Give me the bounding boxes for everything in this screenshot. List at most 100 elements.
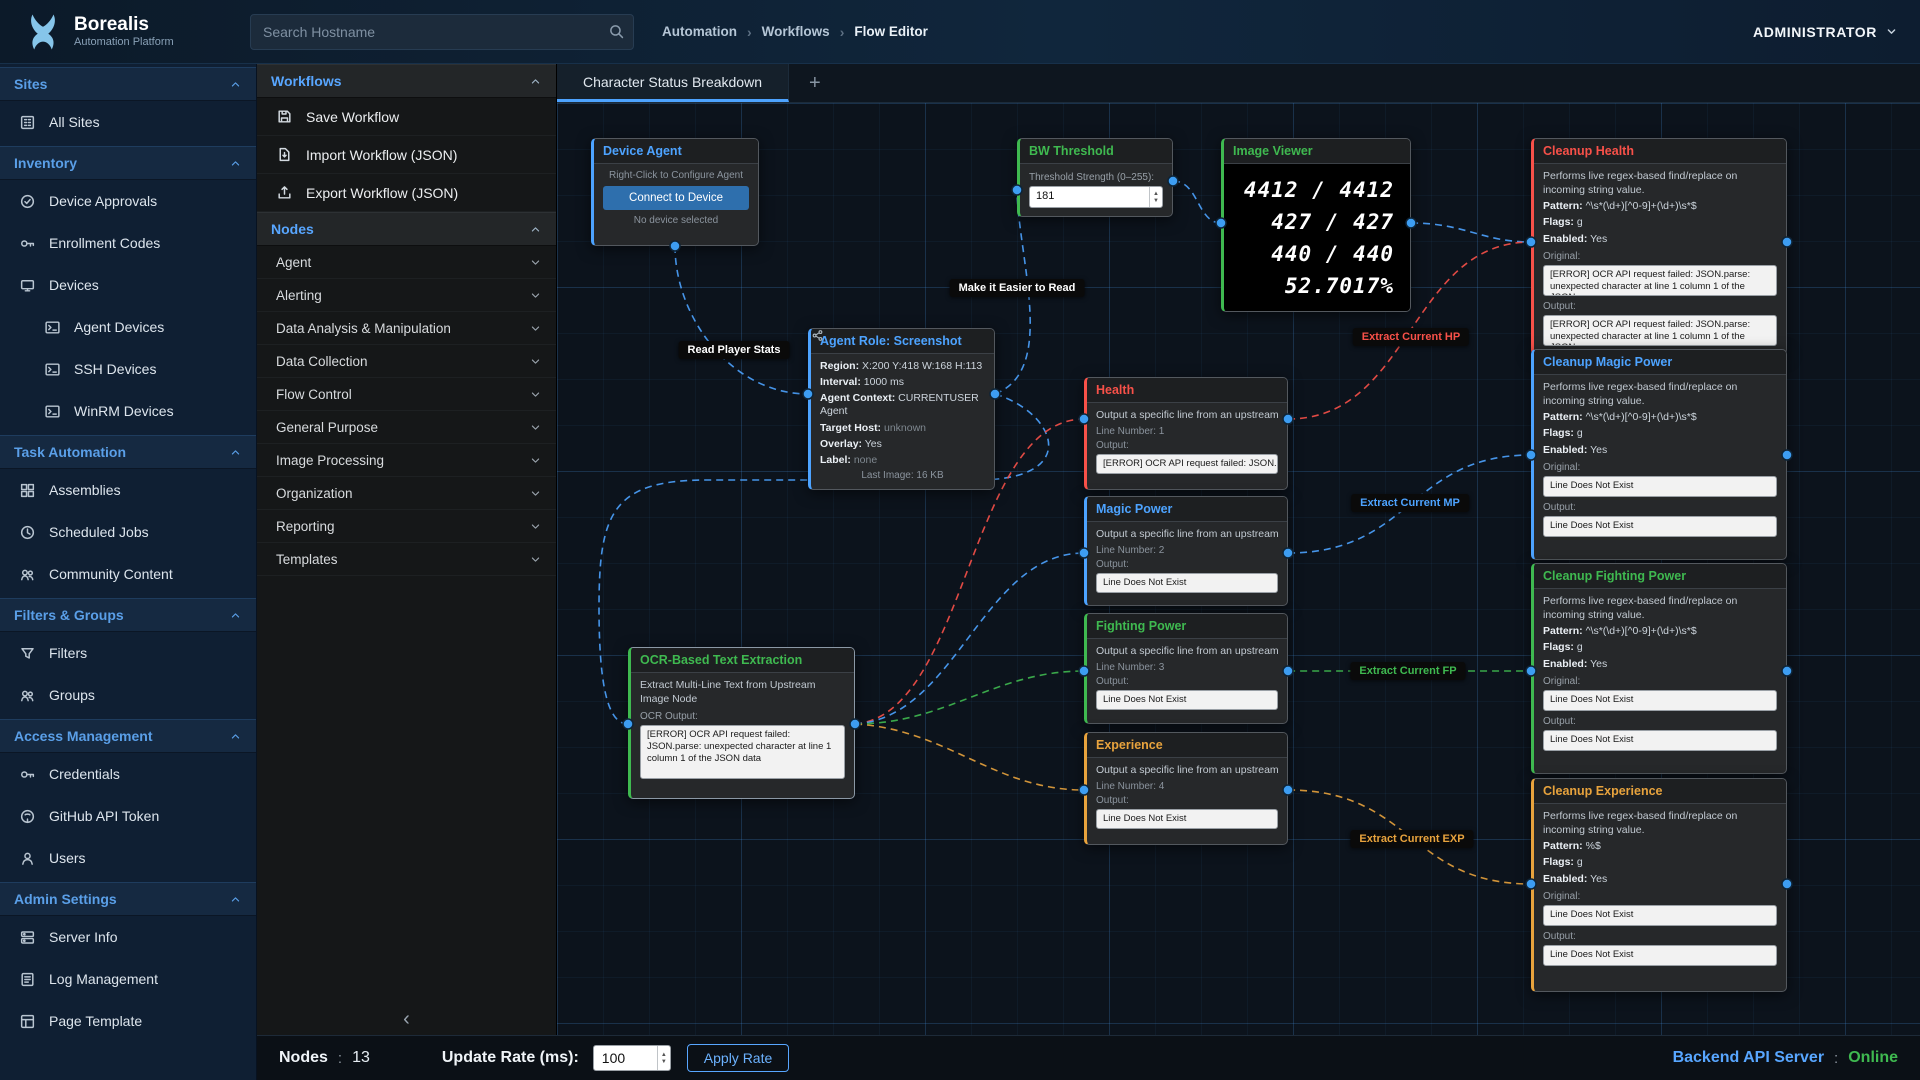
user-menu[interactable]: ADMINISTRATOR: [1753, 24, 1898, 40]
panel-section-workflows[interactable]: Workflows: [257, 64, 556, 98]
node-port[interactable]: [1079, 548, 1089, 558]
node-text-box[interactable]: Line Does Not Exist: [1543, 476, 1777, 497]
flow-node-image-viewer[interactable]: Image Viewer4412 / 4412427 / 427440 / 44…: [1221, 138, 1411, 312]
flow-node-agent-role-screenshot[interactable]: Agent Role: ScreenshotRegion: X:200 Y:41…: [808, 328, 995, 490]
node-port[interactable]: [670, 241, 680, 251]
new-tab-button[interactable]: +: [789, 64, 841, 102]
flow-node-device-agent[interactable]: Device AgentRight-Click to Configure Age…: [591, 138, 759, 246]
number-spinner[interactable]: ▲▼: [657, 1046, 670, 1070]
node-port[interactable]: [1079, 414, 1089, 424]
sidebar-item-filters[interactable]: Filters: [0, 632, 256, 674]
node-number-input[interactable]: 181▲▼: [1029, 186, 1163, 208]
breadcrumb-item-workflows[interactable]: Workflows: [762, 24, 830, 39]
node-port[interactable]: [1079, 666, 1089, 676]
sidebar-item-groups[interactable]: Groups: [0, 674, 256, 716]
node-text-box[interactable]: Line Does Not Exist: [1543, 516, 1777, 537]
panel-action-save-workflow[interactable]: Save Workflow: [257, 98, 556, 136]
sidebar-item-all-sites[interactable]: All Sites: [0, 101, 256, 143]
node-category-agent[interactable]: Agent: [257, 246, 556, 279]
node-text-box[interactable]: Line Does Not Exist: [1096, 573, 1278, 593]
node-category-general-purpose[interactable]: General Purpose: [257, 411, 556, 444]
sidebar-item-page-template[interactable]: Page Template: [0, 1000, 256, 1042]
node-port[interactable]: [1526, 666, 1536, 676]
node-port[interactable]: [1283, 414, 1293, 424]
sidebar-item-device-approvals[interactable]: Device Approvals: [0, 180, 256, 222]
panel-collapse-button[interactable]: ‹: [257, 1003, 556, 1035]
flow-node-cleanup-health[interactable]: Cleanup HealthPerforms live regex-based …: [1531, 138, 1787, 355]
flow-node-magic-power[interactable]: Magic PowerOutput a specific line from a…: [1084, 496, 1288, 606]
number-spinner[interactable]: ▲▼: [1149, 187, 1162, 207]
sidebar-item-agent-devices[interactable]: Agent Devices: [0, 306, 256, 348]
node-text-box[interactable]: [ERROR] OCR API request failed: JSON.par…: [1543, 265, 1777, 296]
node-category-image-processing[interactable]: Image Processing: [257, 444, 556, 477]
update-rate-input[interactable]: 100 ▲▼: [593, 1045, 671, 1071]
flow-node-bw-threshold[interactable]: BW ThresholdThreshold Strength (0–255):1…: [1017, 138, 1173, 217]
node-port[interactable]: [1782, 450, 1792, 460]
flow-node-fighting-power[interactable]: Fighting PowerOutput a specific line fro…: [1084, 613, 1288, 724]
node-port[interactable]: [623, 719, 633, 729]
sidebar-item-assemblies[interactable]: Assemblies: [0, 469, 256, 511]
node-port[interactable]: [1406, 218, 1416, 228]
sidebar-item-enrollment-codes[interactable]: Enrollment Codes: [0, 222, 256, 264]
node-port[interactable]: [850, 719, 860, 729]
node-port[interactable]: [1283, 785, 1293, 795]
node-port[interactable]: [1526, 879, 1536, 889]
sidebar-item-community-content[interactable]: Community Content: [0, 553, 256, 595]
node-port[interactable]: [1526, 237, 1536, 247]
sidebar-item-users[interactable]: Users: [0, 837, 256, 879]
panel-action-import-workflow-json[interactable]: Import Workflow (JSON): [257, 136, 556, 174]
node-port[interactable]: [1283, 666, 1293, 676]
node-text-box[interactable]: Line Does Not Exist: [1543, 690, 1777, 711]
node-category-templates[interactable]: Templates: [257, 543, 556, 576]
node-port[interactable]: [803, 389, 813, 399]
node-port[interactable]: [990, 389, 1000, 399]
flow-node-experience[interactable]: ExperienceOutput a specific line from an…: [1084, 732, 1288, 845]
node-category-reporting[interactable]: Reporting: [257, 510, 556, 543]
node-port[interactable]: [1216, 218, 1226, 228]
node-port[interactable]: [1283, 548, 1293, 558]
panel-section-nodes[interactable]: Nodes: [257, 212, 556, 246]
tab-character-status-breakdown[interactable]: Character Status Breakdown: [557, 64, 789, 102]
node-port[interactable]: [1782, 666, 1792, 676]
flow-node-cleanup-fighting-power[interactable]: Cleanup Fighting PowerPerforms live rege…: [1531, 563, 1787, 774]
flow-node-cleanup-experience[interactable]: Cleanup ExperiencePerforms live regex-ba…: [1531, 778, 1787, 992]
sidebar-item-log-management[interactable]: Log Management: [0, 958, 256, 1000]
panel-action-export-workflow-json[interactable]: Export Workflow (JSON): [257, 174, 556, 212]
flow-node-cleanup-magic-power[interactable]: Cleanup Magic PowerPerforms live regex-b…: [1531, 349, 1787, 560]
search-input[interactable]: [250, 14, 634, 50]
apply-rate-button[interactable]: Apply Rate: [687, 1044, 789, 1072]
sidebar-item-winrm-devices[interactable]: WinRM Devices: [0, 390, 256, 432]
flow-node-health[interactable]: HealthOutput a specific line from an ups…: [1084, 377, 1288, 490]
sidebar-section-task-automation[interactable]: Task Automation: [0, 435, 256, 469]
sidebar-section-access-management[interactable]: Access Management: [0, 719, 256, 753]
sidebar-section-sites[interactable]: Sites: [0, 67, 256, 101]
node-category-data-collection[interactable]: Data Collection: [257, 345, 556, 378]
node-port[interactable]: [1079, 785, 1089, 795]
connect-to-device-button[interactable]: Connect to Device: [603, 186, 749, 210]
sidebar-item-github-api-token[interactable]: GitHub API Token: [0, 795, 256, 837]
breadcrumb-item-flow-editor[interactable]: Flow Editor: [854, 24, 928, 39]
sidebar-section-admin-settings[interactable]: Admin Settings: [0, 882, 256, 916]
node-text-box[interactable]: Line Does Not Exist: [1543, 905, 1777, 926]
node-port[interactable]: [1782, 879, 1792, 889]
flow-canvas[interactable]: Read Player StatsMake it Easier to ReadE…: [557, 103, 1920, 1035]
node-category-flow-control[interactable]: Flow Control: [257, 378, 556, 411]
node-category-data-analysis-manipulation[interactable]: Data Analysis & Manipulation: [257, 312, 556, 345]
node-text-box[interactable]: [ERROR] OCR API request failed: JSON.par…: [1096, 454, 1278, 474]
sidebar-section-filters-groups[interactable]: Filters & Groups: [0, 598, 256, 632]
node-port[interactable]: [1012, 185, 1022, 195]
sidebar-item-scheduled-jobs[interactable]: Scheduled Jobs: [0, 511, 256, 553]
sidebar-section-inventory[interactable]: Inventory: [0, 146, 256, 180]
node-category-alerting[interactable]: Alerting: [257, 279, 556, 312]
breadcrumb-item-automation[interactable]: Automation: [662, 24, 737, 39]
node-port[interactable]: [1168, 176, 1178, 186]
node-text-box[interactable]: Line Does Not Exist: [1543, 945, 1777, 966]
flow-node-ocr-text-extraction[interactable]: OCR-Based Text ExtractionExtract Multi-L…: [628, 647, 855, 799]
node-text-box[interactable]: Line Does Not Exist: [1096, 809, 1278, 829]
sidebar-item-ssh-devices[interactable]: SSH Devices: [0, 348, 256, 390]
node-text-box[interactable]: [ERROR] OCR API request failed: JSON.par…: [1543, 315, 1777, 346]
sidebar-item-credentials[interactable]: Credentials: [0, 753, 256, 795]
sidebar-item-devices[interactable]: Devices: [0, 264, 256, 306]
node-text-box[interactable]: [ERROR] OCR API request failed: JSON.par…: [640, 725, 845, 779]
node-port[interactable]: [1526, 450, 1536, 460]
